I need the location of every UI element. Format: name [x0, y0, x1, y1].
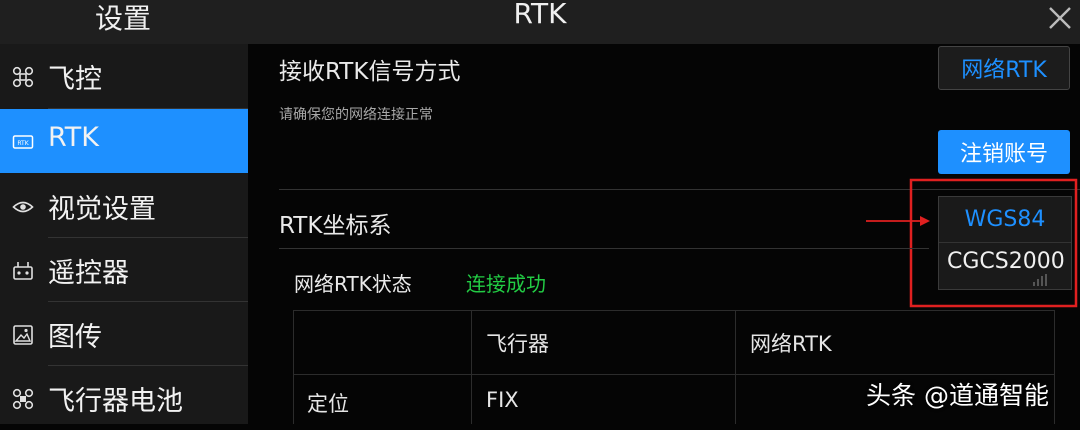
sidebar: 飞控 RTK RTK 视觉设置 遥控器 图传 飞行器电池	[0, 44, 248, 424]
network-rtk-status-label: 网络RTK状态	[294, 272, 412, 296]
network-rtk-status-value: 连接成功	[466, 272, 546, 296]
sidebar-item-label: 飞控	[48, 64, 102, 95]
sidebar-item-label: 飞行器电池	[48, 386, 183, 417]
sidebar-item-aircraft-battery[interactable]: 飞行器电池	[0, 366, 248, 430]
table-cell-positioning: 定位	[307, 392, 349, 416]
sidebar-item-label: 遥控器	[48, 258, 129, 289]
receive-method-label: 接收RTK信号方式	[279, 59, 461, 85]
eye-icon	[12, 196, 34, 218]
sidebar-item-visual-settings[interactable]: 视觉设置	[0, 174, 248, 238]
coord-system-label: RTK坐标系	[279, 213, 392, 239]
watermark: 头条 @道通智能	[866, 381, 1049, 410]
settings-title: 设置	[95, 2, 152, 35]
sidebar-item-remote-controller[interactable]: 遥控器	[0, 238, 248, 302]
network-hint-text: 请确保您的网络连接正常	[279, 107, 433, 123]
rtk-settings-panel: 接收RTK信号方式 网络RTK 请确保您的网络连接正常 注销账号 RTK坐标系 …	[248, 44, 1080, 424]
image-transmission-icon	[12, 324, 34, 346]
sidebar-item-flight-control[interactable]: 飞控	[0, 44, 248, 108]
table-border	[293, 374, 1055, 375]
annotation-overlay	[866, 178, 1078, 308]
sidebar-item-label: 视觉设置	[48, 194, 156, 225]
top-bar: 设置 RTK	[0, 0, 1080, 44]
sidebar-item-rtk[interactable]: RTK RTK	[0, 109, 248, 173]
table-header-aircraft: 飞行器	[486, 332, 549, 356]
divider	[279, 248, 929, 249]
rtk-icon: RTK	[12, 131, 34, 153]
logout-account-button[interactable]: 注销账号	[938, 130, 1070, 174]
table-border	[1054, 310, 1055, 424]
sidebar-item-label: RTK	[48, 122, 99, 153]
remote-controller-icon	[12, 260, 34, 282]
table-border	[471, 310, 472, 424]
table-border	[293, 310, 1055, 311]
sidebar-item-image-transmission[interactable]: 图传	[0, 302, 248, 366]
receive-method-select[interactable]: 网络RTK	[938, 46, 1070, 90]
page-title: RTK	[513, 0, 567, 30]
table-border	[735, 310, 736, 424]
table-cell-aircraft-fix: FIX	[486, 388, 519, 412]
sidebar-item-label: 图传	[48, 322, 102, 353]
drone-icon	[12, 66, 34, 88]
svg-text:RTK: RTK	[17, 140, 29, 147]
close-icon	[1049, 7, 1071, 29]
table-header-network-rtk: 网络RTK	[750, 332, 832, 356]
table-border	[293, 310, 294, 424]
close-button[interactable]	[1044, 2, 1076, 34]
battery-icon	[12, 388, 34, 410]
